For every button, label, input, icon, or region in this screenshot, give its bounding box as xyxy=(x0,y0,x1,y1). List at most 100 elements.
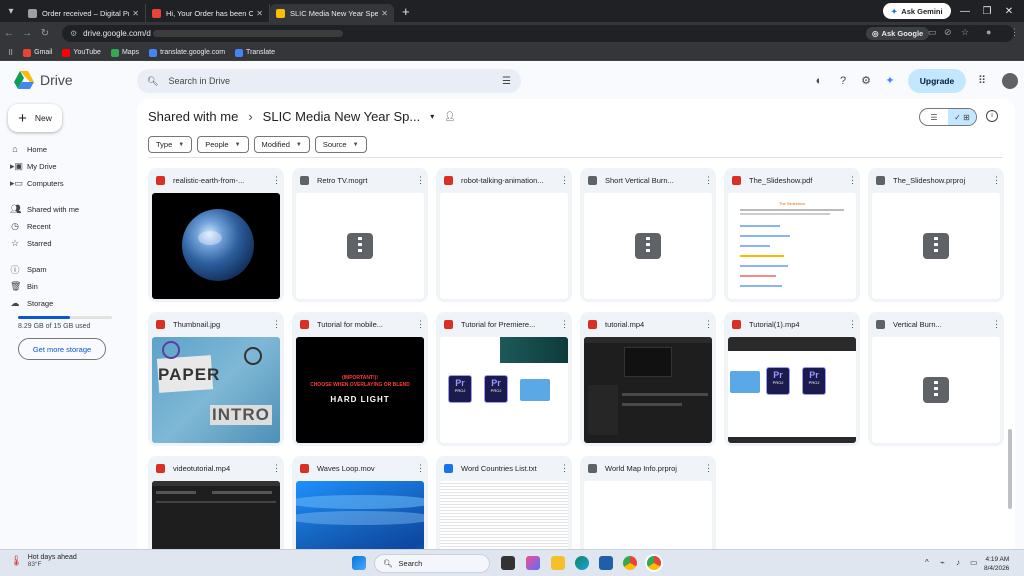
more-options-icon[interactable]: ⋮ xyxy=(560,319,569,330)
sidebar-item-starred[interactable]: ☆ Starred xyxy=(10,236,52,250)
speaker-icon[interactable]: ♪ xyxy=(956,558,960,567)
file-card[interactable]: Vertical Burn... ⋮ xyxy=(868,312,1004,446)
more-options-icon[interactable]: ⋮ xyxy=(848,319,857,330)
new-button[interactable]: + New xyxy=(8,104,62,132)
filter-source[interactable]: Source ▼ xyxy=(314,136,367,153)
apps-grid-icon[interactable]: ⠿ xyxy=(8,49,13,57)
scrollbar[interactable] xyxy=(1008,429,1012,509)
sidebar-item-bin[interactable]: 🗑︎ Bin xyxy=(10,279,38,293)
tab-search-icon[interactable]: ▾ xyxy=(0,0,22,22)
google-apps-icon[interactable]: ⠿ xyxy=(975,74,989,88)
gemini-sparkle-icon[interactable]: ✦ xyxy=(883,74,897,88)
browser-tab[interactable]: Order received – Digital Produ ✕ xyxy=(22,4,146,22)
shared-folder-icon[interactable]: 👤︎ xyxy=(444,111,455,122)
file-card[interactable]: World Map Info.prproj ⋮ xyxy=(580,456,716,549)
battery-icon[interactable]: ▭ xyxy=(970,558,978,567)
file-card[interactable]: Tutorial for Premiere... ⋮ Pr PROJ Pr PRO… xyxy=(436,312,572,446)
search-options-icon[interactable]: ☰ xyxy=(502,76,511,87)
forward-icon[interactable]: → xyxy=(18,28,36,39)
chrome-icon[interactable] xyxy=(623,556,637,570)
more-options-icon[interactable]: ⋮ xyxy=(272,463,281,474)
file-card[interactable]: Waves Loop.mov ⋮ xyxy=(292,456,428,549)
grid-view-icon[interactable]: ✓ ⊞ xyxy=(948,109,976,125)
copilot-icon[interactable] xyxy=(526,556,540,570)
more-options-icon[interactable]: ⋮ xyxy=(272,319,281,330)
file-card[interactable]: realistic-earth-from-... ⋮ xyxy=(148,168,284,302)
file-card[interactable]: robot-talking-animation... ⋮ xyxy=(436,168,572,302)
browser-tab-active[interactable]: SLIC Media New Year Special P ✕ xyxy=(270,4,394,22)
more-options-icon[interactable]: ⋮ xyxy=(416,175,425,186)
file-card[interactable]: Tutorial(1).mp4 ⋮ Pr PROJ Pr PROJ xyxy=(724,312,860,446)
more-options-icon[interactable]: ⋮ xyxy=(416,463,425,474)
drive-logo[interactable]: Drive xyxy=(14,71,73,89)
bookmark-star-icon[interactable]: ☆ xyxy=(961,27,969,38)
file-card[interactable]: Thumbnail.jpg ⋮ PAPER INTRO xyxy=(148,312,284,446)
system-clock[interactable]: 4:19 AM 8/4/2026 xyxy=(984,555,1009,573)
close-window-icon[interactable]: ✕ xyxy=(994,0,1024,22)
bookmark-youtube[interactable]: YouTube xyxy=(62,48,101,57)
file-card[interactable]: Short Vertical Burn... ⋮ xyxy=(580,168,716,302)
sidebar-item-shared[interactable]: 👥︎ Shared with me xyxy=(10,202,79,216)
sidebar-item-my-drive[interactable]: ▸▣ My Drive xyxy=(10,159,57,173)
edge-icon[interactable] xyxy=(575,556,589,570)
more-options-icon[interactable]: ⋮ xyxy=(704,319,713,330)
browser-tab[interactable]: Hi, Your Order has been Comp ✕ xyxy=(146,4,270,22)
profile-icon[interactable]: ● xyxy=(986,27,991,37)
breadcrumb-current[interactable]: SLIC Media New Year Sp... xyxy=(263,109,421,124)
more-options-icon[interactable]: ⋮ xyxy=(416,319,425,330)
info-icon[interactable]: i xyxy=(986,110,998,122)
more-options-icon[interactable]: ⋮ xyxy=(704,463,713,474)
weather-widget[interactable]: 🌡︎ Hot days ahead 83°F xyxy=(10,554,77,568)
file-card[interactable]: The_Slideshow.pdf ⋮ The Slideshow xyxy=(724,168,860,302)
file-card[interactable]: The_Slideshow.prproj ⋮ xyxy=(868,168,1004,302)
store-icon[interactable] xyxy=(599,556,613,570)
file-card[interactable]: Tutorial for mobile... ⋮ (IMPORTANT!)! CH… xyxy=(292,312,428,446)
reload-icon[interactable]: ↻ xyxy=(36,28,54,39)
tray-chevron-icon[interactable]: ^ xyxy=(925,558,929,567)
bookmark-translate[interactable]: Translate xyxy=(235,48,275,57)
network-icon[interactable]: ⌁ xyxy=(940,558,945,567)
more-options-icon[interactable]: ⋮ xyxy=(272,175,281,186)
dropdown-arrow-icon[interactable]: ▾ xyxy=(430,112,434,121)
browser-menu-icon[interactable]: ⋮ xyxy=(1010,27,1019,38)
sidebar-item-home[interactable]: ⌂ Home xyxy=(10,142,47,156)
file-explorer-icon[interactable] xyxy=(551,556,565,570)
more-options-icon[interactable]: ⋮ xyxy=(560,175,569,186)
bookmark-maps[interactable]: Maps xyxy=(110,48,139,57)
bookmark-translate-url[interactable]: translate.google.com xyxy=(149,48,225,57)
get-more-storage-button[interactable]: Get more storage xyxy=(18,338,106,360)
filter-type[interactable]: Type ▼ xyxy=(148,136,193,153)
more-options-icon[interactable]: ⋮ xyxy=(848,175,857,186)
more-options-icon[interactable]: ⋮ xyxy=(560,463,569,474)
back-icon[interactable]: ← xyxy=(0,28,18,39)
site-info-icon[interactable]: ⚙ xyxy=(70,29,77,38)
eye-off-icon[interactable]: ⊘ xyxy=(944,27,952,38)
file-card[interactable]: Word Countries List.txt ⋮ xyxy=(436,456,572,549)
file-card[interactable]: tutorial.mp4 ⋮ xyxy=(580,312,716,446)
tab-close-icon[interactable]: ✕ xyxy=(381,9,388,18)
tab-close-icon[interactable]: ✕ xyxy=(132,9,139,18)
avatar[interactable] xyxy=(1002,73,1018,89)
help-icon[interactable]: ? xyxy=(836,74,850,88)
sidebar-item-recent[interactable]: ◷ Recent xyxy=(10,219,51,233)
ask-gemini-button[interactable]: ✦ Ask Gemini xyxy=(883,3,951,19)
task-view-icon[interactable] xyxy=(501,556,515,570)
search-input[interactable]: 🔍︎ Search in Drive ☰ xyxy=(137,69,521,93)
list-view-icon[interactable]: ☰ xyxy=(920,109,948,125)
sidebar-item-computers[interactable]: ▸▭ Computers xyxy=(10,176,64,190)
upgrade-button[interactable]: Upgrade xyxy=(908,69,966,93)
sidebar-item-storage[interactable]: ☁ Storage xyxy=(10,296,54,310)
new-tab-button[interactable]: + xyxy=(402,4,410,19)
sidebar-item-spam[interactable]: ⓘ Spam xyxy=(10,262,46,276)
taskbar-search[interactable]: 🔍︎ Search xyxy=(374,554,490,573)
settings-icon[interactable]: ⚙ xyxy=(859,74,873,88)
more-options-icon[interactable]: ⋮ xyxy=(992,175,1001,186)
file-card[interactable]: videotutorial.mp4 ⋮ xyxy=(148,456,284,549)
filter-modified[interactable]: Modified ▼ xyxy=(253,136,310,153)
cast-icon[interactable]: ▭ xyxy=(928,27,937,38)
filter-people[interactable]: People ▼ xyxy=(197,136,249,153)
breadcrumb-root[interactable]: Shared with me xyxy=(148,109,238,124)
more-options-icon[interactable]: ⋮ xyxy=(704,175,713,186)
ask-google-button[interactable]: ◎ Ask Google xyxy=(866,27,930,40)
file-card[interactable]: Retro TV.mogrt ⋮ xyxy=(292,168,428,302)
